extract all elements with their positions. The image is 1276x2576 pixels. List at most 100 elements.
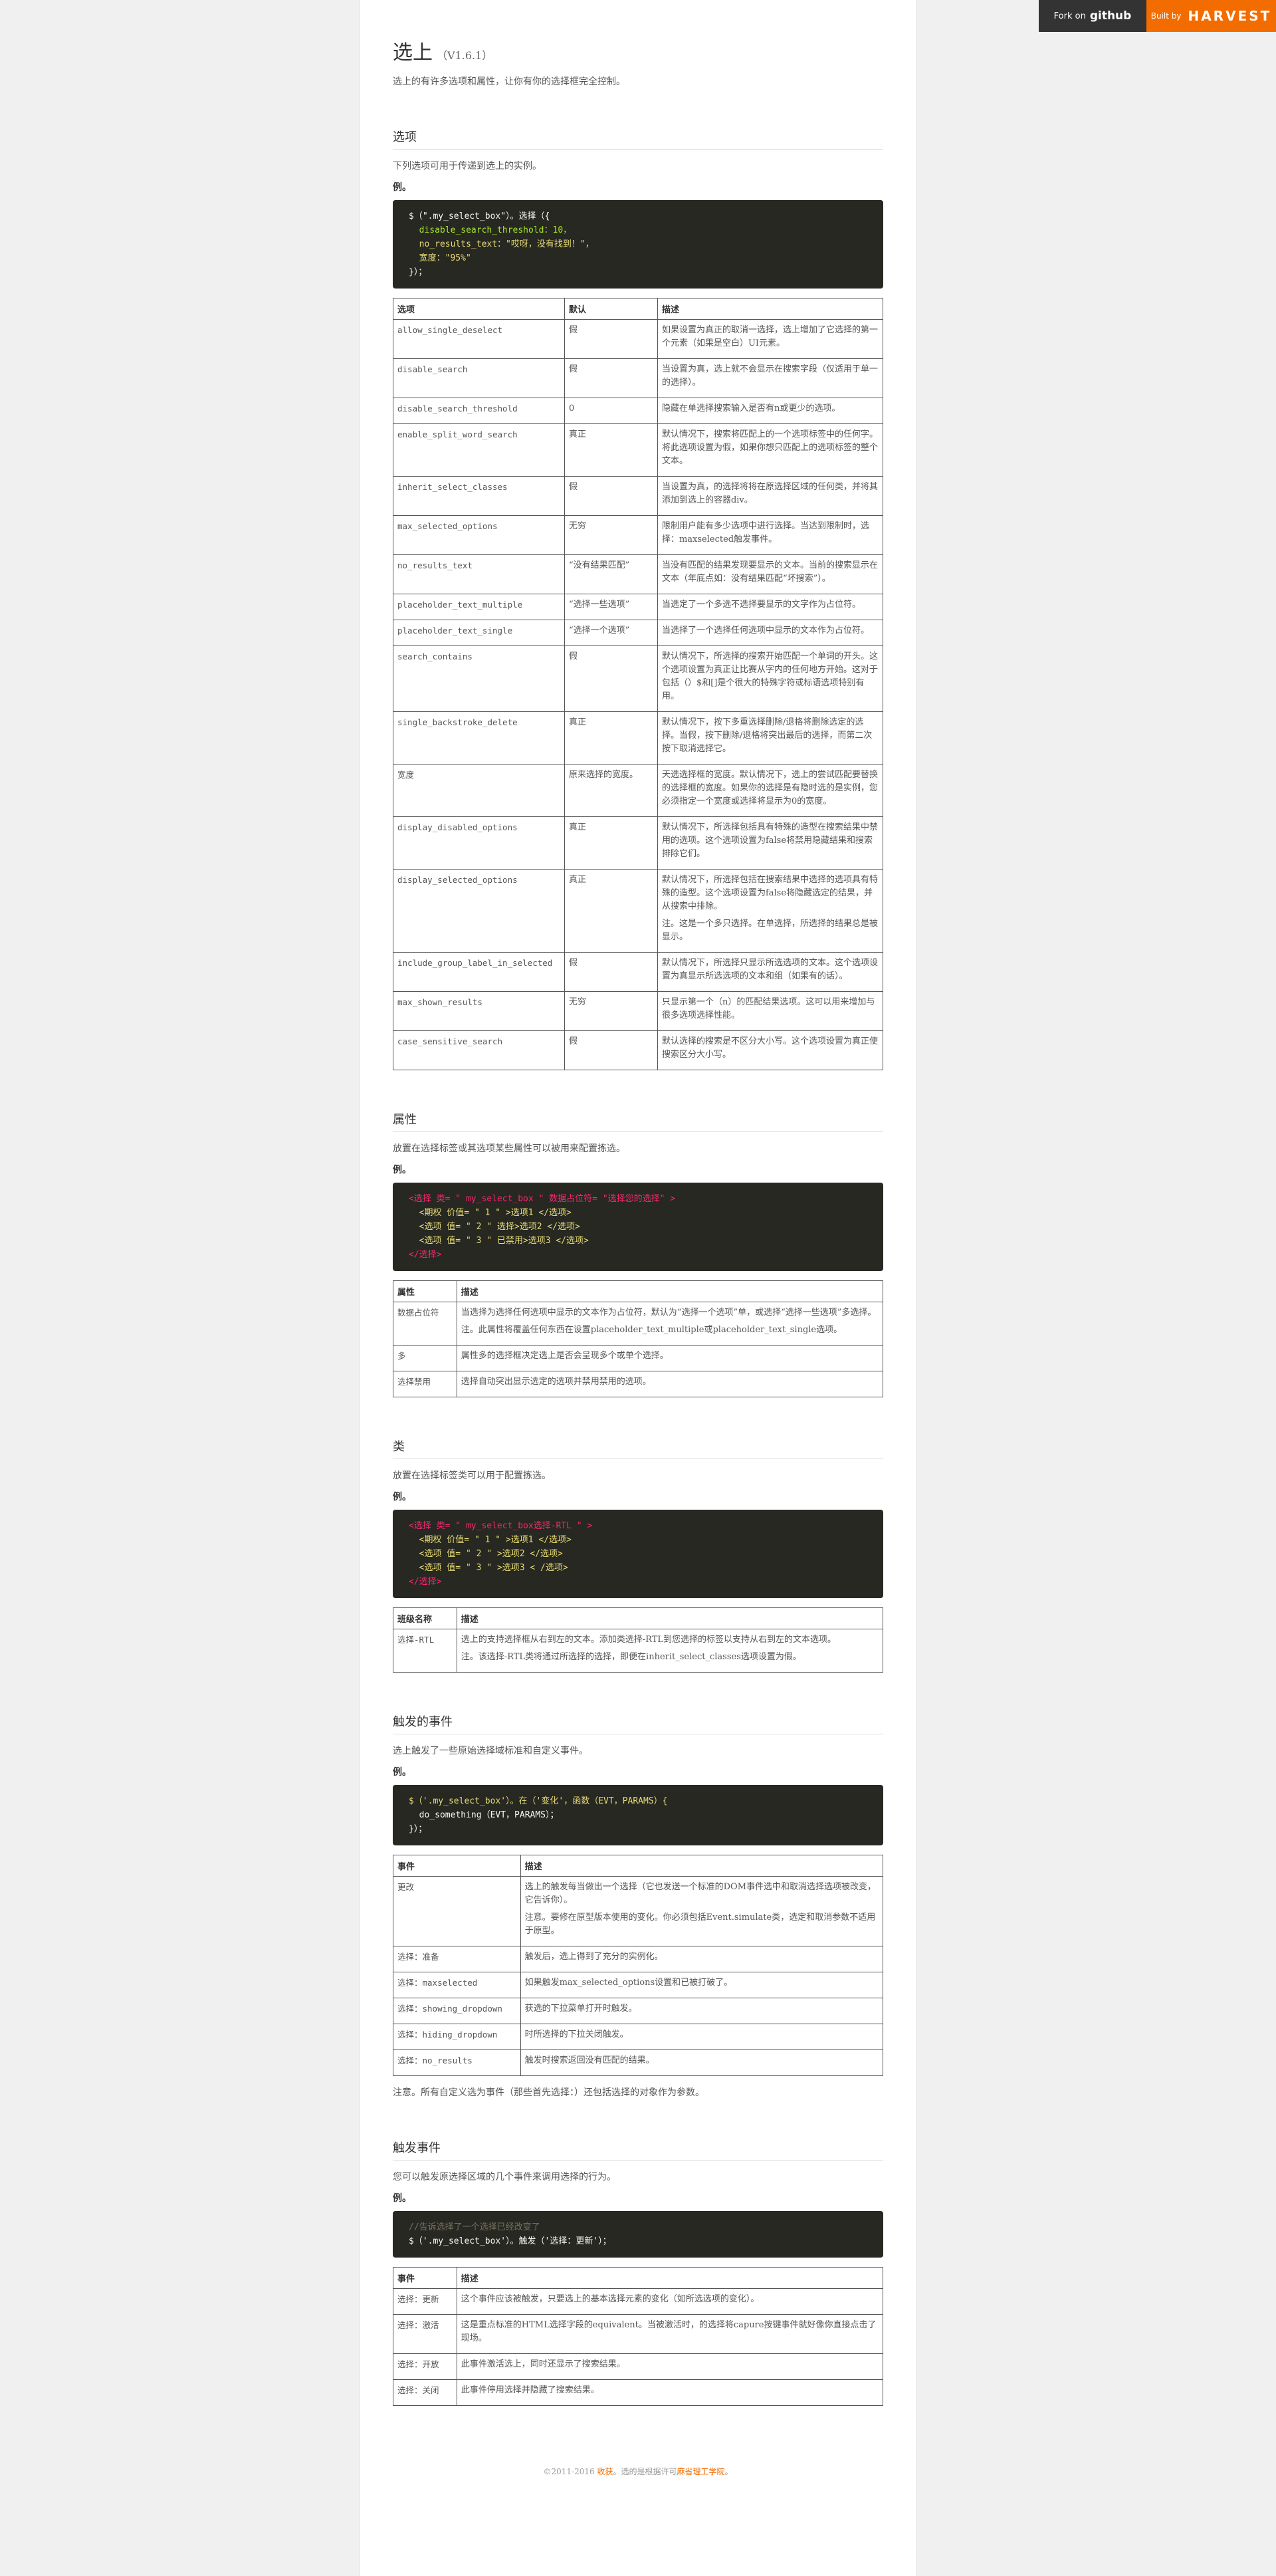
classes-example-label: 例。: [393, 1492, 411, 1502]
page-footer: ©2011-2016 收获。选的是根据许可麻省理工学院。: [393, 2466, 883, 2477]
footer-copyright: ©2011-2016: [543, 2467, 597, 2476]
row-description-text: 此事件停用选择并隐藏了搜索结果。: [461, 2385, 599, 2395]
page-title: 选上 （V1.6.1）: [393, 36, 883, 65]
code-line: <选项 值= " 3 " >选项3 < /选项>: [409, 1563, 568, 1573]
row-description-text: 如果设置为真正的取消一选择，选上增加了它选择的第一个元素（如果是空白）UI元素。: [661, 325, 878, 348]
row-description-cell: 只显示第一个（n）的匹配结果选项。这可以用来增加与很多选项选择性能。: [657, 991, 884, 1031]
harvest-badge-prefix: Built by: [1150, 11, 1182, 21]
triggered-events-table: 事件 描述 更改 选上的触发每当做出一个选择（它也发送一个标准的DOM事件选中和取…: [393, 1855, 884, 2076]
code-line: disable_search_threshold：10，: [409, 225, 572, 235]
lead-text: 选上的有许多选项和属性，让你有你的选择框完全控制。: [393, 76, 625, 87]
row-description-cell: 此事件停用选择并隐藏了搜索结果。: [456, 2379, 884, 2406]
row-default-cell: 原来选择的宽度。: [564, 764, 658, 817]
row-name-cell: 选择：hiding_dropdown: [393, 2024, 521, 2050]
code-line: 宽度："95%": [409, 253, 471, 263]
table-row: max_selected_options 无穷 限制用户能有多少选项中进行选择。当达…: [393, 515, 884, 555]
row-default-cell: “选择一个选项”: [564, 620, 658, 646]
row-name-cell: 选择：开放: [393, 2353, 457, 2380]
section-classes-heading: 类: [393, 1437, 883, 1459]
row-description-cell: 当没有匹配的结果发现要显示的文本。当前的搜索显示在文本（年底点如：没有结果匹配“…: [657, 554, 884, 594]
table-row: 选择：maxselected 如果触发max_selected_options设置…: [393, 1972, 884, 1998]
row-description-cell: 限制用户能有多少选项中进行选择。当达到限制时，选择：maxselected触发事…: [657, 515, 884, 555]
doc-page: 选上 （V1.6.1） 选上的有许多选项和属性，让你有你的选择框完全控制。 选项 …: [359, 0, 917, 2576]
code-line: do_something（EVT，PARAMS）；: [409, 1810, 559, 1820]
column-header: 属性: [393, 1280, 457, 1302]
column-header: 描述: [456, 2267, 884, 2289]
classes-table: 班级名称 描述 选择-RTL 选上的支持选择框从右到左的文本。添加类选择-RTL到…: [393, 1607, 884, 1673]
attributes-table: 属性 描述 数据占位符 当选择为选择任何选项中显示的文本作为占位符，默认为“选择一…: [393, 1280, 884, 1397]
row-name-cell: single_backstroke_delete: [393, 711, 565, 764]
table-row: 选择-RTL 选上的支持选择框从右到左的文本。添加类选择-RTL到您选择的标签以支…: [393, 1629, 884, 1673]
table-row: 选择：关闭 此事件停用选择并隐藏了搜索结果。: [393, 2379, 884, 2406]
code-line: </选择>: [409, 1250, 442, 1260]
column-header: 描述: [520, 1855, 884, 1877]
row-name-cell: search_contains: [393, 645, 565, 712]
attributes-code-block: <选择 类= " my_select_box " 数据占位符= "选择您的选择"…: [393, 1183, 883, 1271]
row-description-text: 默认情况下，所选择包括具有特殊的造型在搜索结果中禁用的选项。这个选项设置为fal…: [661, 822, 878, 859]
attributes-example-label: 例。: [393, 1165, 411, 1175]
row-note-text: 注。这是一个多只选择。在单选择，所选择的结果总是被显示。: [661, 919, 878, 942]
code-line: }）；: [409, 1824, 427, 1834]
table-row: 数据占位符 当选择为选择任何选项中显示的文本作为占位符，默认为“选择一个选项”单，…: [393, 1302, 884, 1346]
column-header: 默认: [564, 298, 658, 320]
row-description-text: 天选选择框的宽度。默认情况下，选上的尝试匹配要替换的选择框的宽度。如果你的选择是…: [661, 770, 878, 806]
row-default-cell: 真正: [564, 711, 658, 764]
triggerable-events-table: 事件 描述 选择：更新 这个事件应该被触发，只要选上的基本选择元素的变化（如所选选…: [393, 2267, 884, 2406]
table-row: max_shown_results 无穷 只显示第一个（n）的匹配结果选项。这可以用…: [393, 991, 884, 1031]
row-default-cell: 真正: [564, 423, 658, 477]
code-line: <选项 值= " 3 " 已禁用>选项3 </选项>: [409, 1236, 589, 1246]
fork-on-github-button[interactable]: Fork on github: [1039, 0, 1146, 32]
classes-table-header-row: 班级名称 描述: [393, 1607, 884, 1629]
row-name-cell: 选择：准备: [393, 1946, 521, 1972]
table-row: 宽度 原来选择的宽度。 天选选择框的宽度。默认情况下，选上的尝试匹配要替换的选择框的…: [393, 764, 884, 817]
row-note-text: 注。此属性将覆盖任何东西在设置placeholder_text_multiple…: [461, 1325, 843, 1335]
row-description-text: 这是重点标准的HTML选择字段的equivalent。当被激活时，的选择将cap…: [461, 2320, 877, 2343]
column-header: 事件: [393, 2267, 457, 2289]
row-description-cell: 默认选择的搜索是不区分大小写。这个选项设置为真正使搜索区分大小写。: [657, 1030, 884, 1070]
row-name-cell: 选择：更新: [393, 2288, 457, 2315]
row-description-cell: 默认情况下，所选择包括在搜索结果中选择的选项具有特殊的造型。这个选项设置为fal…: [657, 869, 884, 953]
row-description-text: 属性多的选择框决定选上是否会呈现多个或单个选择。: [461, 1351, 669, 1361]
row-description-text: 隐藏在单选择搜索输入是否有n或更少的选项。: [661, 404, 841, 413]
row-name-cell: 选择：no_results: [393, 2049, 521, 2076]
options-description: 下列选项可用于传递到选上的实例。: [393, 161, 542, 172]
row-description-cell: 选上的触发每当做出一个选择（它也发送一个标准的DOM事件选中和取消选择选项被改变…: [520, 1876, 884, 1946]
table-row: enable_split_word_search 真正 默认情况下，搜索将匹配上的一…: [393, 423, 884, 477]
row-name-cell: include_group_label_in_selected: [393, 952, 565, 992]
table-row: disable_search_threshold 0 隐藏在单选择搜索输入是否有n或…: [393, 398, 884, 424]
triggerable-events-table-header-row: 事件 描述: [393, 2267, 884, 2289]
triggered-events-footnote: 注意。所有自定义选为事件（那些首先选择：）还包括选择的对象作为参数。: [393, 2087, 704, 2098]
footer-mit-link[interactable]: 麻省理工学院: [677, 2467, 724, 2476]
options-table: 选项 默认 描述 allow_single_deselect 假如果设置为真正的取…: [393, 298, 884, 1070]
code-line: $（".my_select_box"）。选择（{: [409, 211, 550, 221]
row-description-text: 默认情况下，按下多重选择删除/退格将删除选定的选择。当假，按下删除/退格将突出最…: [661, 717, 873, 754]
section-options-heading: 选项: [393, 128, 883, 150]
attributes-description: 放置在选择标签或其选项某些属性可以被用来配置拣选。: [393, 1143, 625, 1154]
row-name-cell: placeholder_text_multiple: [393, 594, 565, 620]
row-name-cell: display_selected_options: [393, 869, 565, 953]
row-description-text: 当没有匹配的结果发现要显示的文本。当前的搜索显示在文本（年底点如：没有结果匹配“…: [661, 560, 878, 584]
row-description-text: 当选择为选择任何选项中显示的文本作为占位符，默认为“选择一个选项”单，或选择“选…: [461, 1308, 877, 1318]
section-attributes-heading: 属性: [393, 1110, 883, 1132]
row-description-cell: 获选的下拉菜单打开时触发。: [520, 1998, 884, 2024]
row-name-cell: 选择禁用: [393, 1371, 457, 1397]
table-row: 选择：准备 触发后，选上得到了充分的实例化。: [393, 1946, 884, 1972]
row-description-text: 默认情况下，所选择包括在搜索结果中选择的选项具有特殊的造型。这个选项设置为fal…: [661, 875, 878, 911]
table-row: include_group_label_in_selected 假默认情况下，所选…: [393, 952, 884, 992]
row-name-cell: enable_split_word_search: [393, 423, 565, 477]
table-row: 多属性多的选择框决定选上是否会呈现多个或单个选择。: [393, 1345, 884, 1371]
column-header: 描述: [456, 1280, 884, 1302]
row-description-cell: 时所选择的下拉关闭触发。: [520, 2024, 884, 2050]
footer-harvest-link[interactable]: 收获: [597, 2467, 613, 2476]
row-description-text: 这个事件应该被触发，只要选上的基本选择元素的变化（如所选选项的变化）。: [461, 2294, 760, 2304]
row-default-cell: 假: [564, 358, 658, 398]
code-line: }）；: [409, 267, 427, 277]
row-note-text: 注意。要修在原型版本使用的变化。你必须包括Event.simulate类，选定和…: [524, 1913, 876, 1936]
row-description-text: 只显示第一个（n）的匹配结果选项。这可以用来增加与很多选项选择性能。: [661, 997, 875, 1020]
code-line: <选项 值= " 2 " >选项2 </选项>: [409, 1549, 563, 1559]
built-by-harvest-link[interactable]: Built by HARVEST: [1146, 0, 1276, 32]
row-description-cell: 默认情况下，所选择的搜索开始匹配一个单词的开头。这个选项设置为真正让比赛从字内的…: [657, 645, 884, 712]
column-header: 描述: [456, 1607, 884, 1629]
row-default-cell: 假: [564, 645, 658, 712]
options-code-block: $（".my_select_box"）。选择（{ disable_search_…: [393, 200, 883, 289]
